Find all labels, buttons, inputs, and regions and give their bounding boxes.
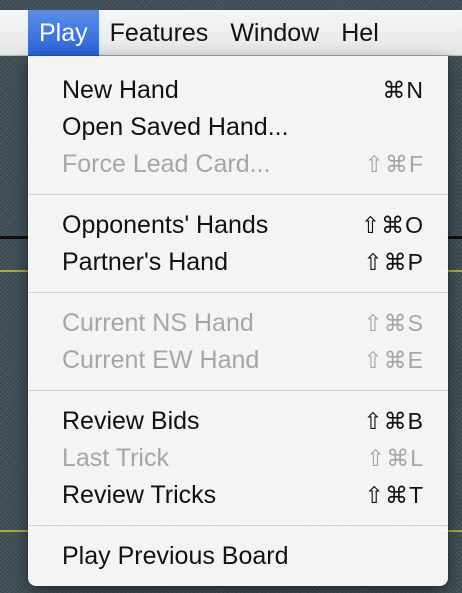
menu-item-review-tricks[interactable]: Review Tricks ⇧⌘T bbox=[28, 477, 448, 514]
menu-item-shortcut: ⇧⌘S bbox=[363, 310, 424, 336]
play-menu-dropdown: New Hand ⌘N Open Saved Hand... Force Lea… bbox=[28, 56, 448, 586]
menu-item-shortcut: ⇧⌘F bbox=[364, 151, 424, 177]
menu-bar: Play Features Window Hel bbox=[0, 9, 462, 56]
menu-item-shortcut: ⇧⌘P bbox=[363, 249, 424, 275]
menu-item-current-ew-hand: Current EW Hand ⇧⌘E bbox=[28, 342, 448, 379]
menubar-play[interactable]: Play bbox=[28, 9, 99, 56]
menu-item-review-bids[interactable]: Review Bids ⇧⌘B bbox=[28, 403, 448, 440]
menubar-window[interactable]: Window bbox=[219, 10, 330, 56]
menu-item-last-trick: Last Trick ⇧⌘L bbox=[28, 440, 448, 477]
menu-item-new-hand[interactable]: New Hand ⌘N bbox=[28, 72, 448, 109]
menu-separator bbox=[28, 194, 448, 195]
menu-separator bbox=[28, 390, 448, 391]
menu-item-label: Play Previous Board bbox=[62, 542, 289, 570]
menu-item-label: Force Lead Card... bbox=[62, 150, 271, 178]
menu-item-shortcut: ⇧⌘T bbox=[364, 482, 424, 508]
menu-item-label: Open Saved Hand... bbox=[62, 113, 289, 141]
menu-item-force-lead-card: Force Lead Card... ⇧⌘F bbox=[28, 146, 448, 183]
menu-separator bbox=[28, 525, 448, 526]
menu-item-shortcut: ⇧⌘B bbox=[363, 408, 424, 434]
menu-item-label: Current NS Hand bbox=[62, 309, 254, 337]
menu-item-shortcut: ⇧⌘O bbox=[360, 212, 424, 238]
menu-item-play-previous-board[interactable]: Play Previous Board bbox=[28, 538, 448, 575]
menu-item-label: Current EW Hand bbox=[62, 346, 260, 374]
menu-item-label: Opponents' Hands bbox=[62, 211, 269, 239]
menu-item-label: New Hand bbox=[62, 76, 179, 104]
menu-item-label: Review Bids bbox=[62, 407, 200, 435]
menubar-features[interactable]: Features bbox=[99, 10, 220, 56]
menu-item-label: Last Trick bbox=[62, 444, 169, 472]
menu-item-partners-hand[interactable]: Partner's Hand ⇧⌘P bbox=[28, 244, 448, 281]
menu-item-opponents-hands[interactable]: Opponents' Hands ⇧⌘O bbox=[28, 207, 448, 244]
menu-item-label: Partner's Hand bbox=[62, 248, 228, 276]
menubar-help[interactable]: Hel bbox=[330, 10, 390, 56]
menu-separator bbox=[28, 292, 448, 293]
menu-item-current-ns-hand: Current NS Hand ⇧⌘S bbox=[28, 305, 448, 342]
menu-item-shortcut: ⌘N bbox=[382, 77, 424, 103]
menu-item-shortcut: ⇧⌘L bbox=[365, 445, 424, 471]
menu-item-label: Review Tricks bbox=[62, 481, 217, 509]
menu-item-shortcut: ⇧⌘E bbox=[363, 347, 424, 373]
menu-item-open-saved-hand[interactable]: Open Saved Hand... bbox=[28, 109, 448, 146]
